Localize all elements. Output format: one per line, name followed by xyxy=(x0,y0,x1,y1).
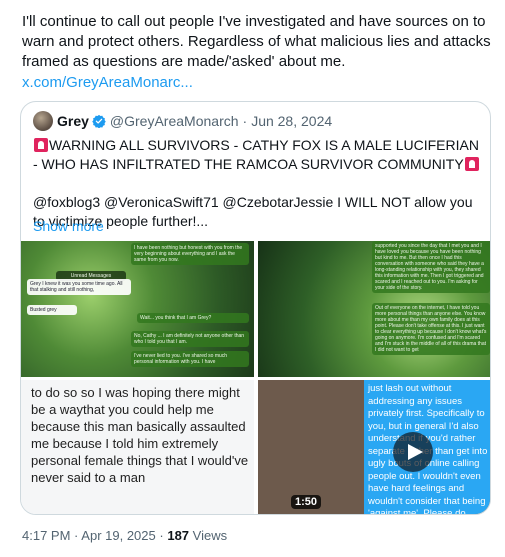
views-label: Views xyxy=(192,528,228,543)
views-count: 187 xyxy=(167,528,190,543)
post-date[interactable]: Apr 19, 2025 xyxy=(81,528,155,543)
video-duration: 1:50 xyxy=(291,495,322,509)
meta-separator: · xyxy=(74,528,79,543)
media-image-2[interactable]: supported you since the day that I met y… xyxy=(258,241,490,377)
post-time[interactable]: 4:17 PM xyxy=(22,528,70,543)
quote-author-handle[interactable]: @GreyAreaMonarch xyxy=(110,113,239,129)
quote-text: WARNING ALL SURVIVORS - CATHY FOX IS A M… xyxy=(33,136,481,231)
show-more-link[interactable]: Show more xyxy=(33,218,104,234)
chat-bubble: Grey I knew it was you some time ago. Al… xyxy=(27,279,131,295)
header-separator: · xyxy=(242,113,248,129)
media-grid: I have been nothing but honest with you … xyxy=(21,241,490,514)
chat-bubble: Busted grey xyxy=(27,305,77,315)
avatar[interactable] xyxy=(33,111,53,131)
chat-bubble: Out of everyone on the internet, I have … xyxy=(372,303,490,355)
chat-bubble: Wait... you think that I am Grey? xyxy=(137,313,249,323)
quoted-tweet[interactable]: Grey @GreyAreaMonarch · Jun 28, 2024 WAR… xyxy=(20,101,491,515)
chat-bubble: No, Cathy ... I am definitely not anyone… xyxy=(131,331,249,347)
quote-author-name[interactable]: Grey xyxy=(57,113,89,129)
chat-bubble: I have been nothing but honest with you … xyxy=(131,243,249,265)
chat-bubble: supported you since the day that I met y… xyxy=(372,241,490,293)
siren-icon xyxy=(464,157,479,171)
meta-separator: · xyxy=(159,528,164,543)
chat-bubble: I've never lied to you. I've shared so m… xyxy=(131,351,249,367)
siren-icon xyxy=(34,138,48,152)
tweet-text: I'll continue to call out people I've in… xyxy=(22,13,491,70)
play-button[interactable] xyxy=(393,432,433,472)
quote-date[interactable]: Jun 28, 2024 xyxy=(251,113,332,129)
tweet-meta: 4:17 PM · Apr 19, 2025 · 187 Views xyxy=(22,528,227,543)
quote-headline: WARNING ALL SURVIVORS - CATHY FOX IS A M… xyxy=(33,137,479,172)
media-image-1[interactable]: I have been nothing but honest with you … xyxy=(21,241,254,377)
screenshot-text: to do so so I was hoping there might be … xyxy=(31,385,249,485)
quote-header: Grey @GreyAreaMonarch · Jun 28, 2024 xyxy=(33,111,332,131)
media-image-3[interactable]: to do so so I was hoping there might be … xyxy=(21,380,254,514)
tweet-link[interactable]: x.com/GreyAreaMonarc... xyxy=(22,73,193,93)
play-icon xyxy=(408,444,423,460)
verified-badge-icon xyxy=(92,114,106,128)
